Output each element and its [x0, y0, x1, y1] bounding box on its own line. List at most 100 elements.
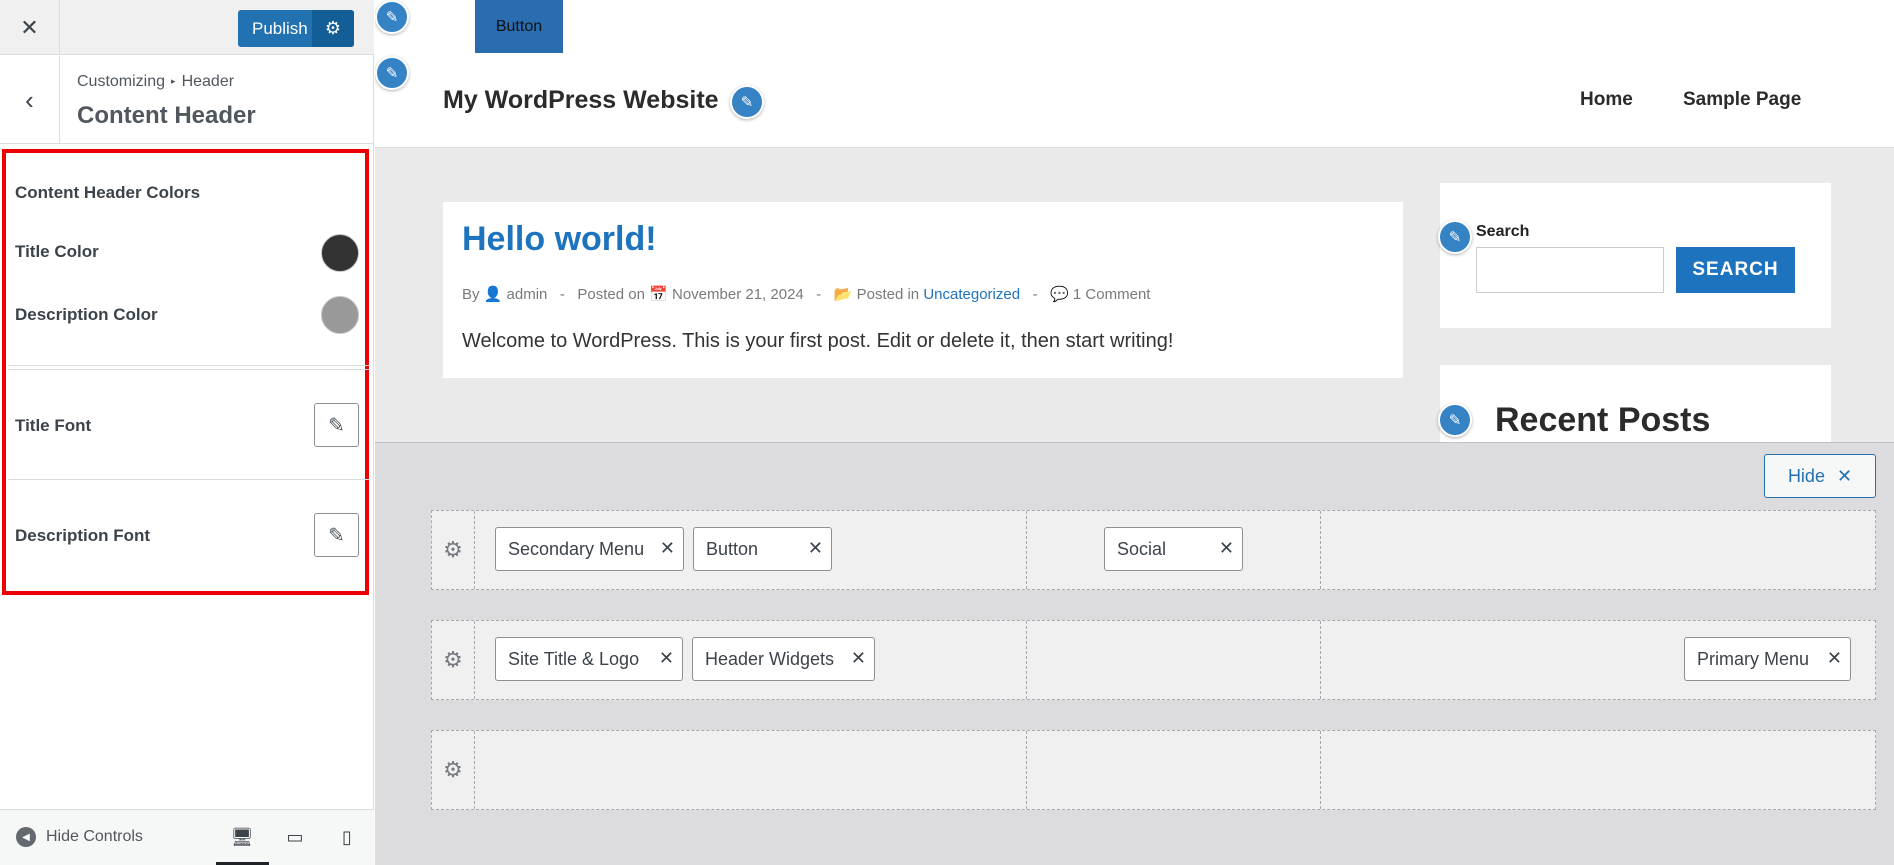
remove-icon[interactable]: ✕	[851, 648, 866, 669]
breadcrumb-separator: ▸	[171, 76, 176, 86]
meta-date[interactable]: November 21, 2024	[672, 286, 804, 303]
builder-row-bottom: ⚙	[431, 730, 1876, 810]
publish-label: Publish	[252, 18, 308, 38]
publish-settings-gear-icon[interactable]: ⚙	[312, 10, 354, 47]
post-card: Hello world! By 👤 admin - Posted on 📅 No…	[443, 202, 1403, 378]
post-meta: By 👤 admin - Posted on 📅 November 21, 20…	[462, 286, 1151, 303]
builder-column-right[interactable]: Primary Menu ✕	[1321, 621, 1875, 699]
search-button[interactable]: SEARCH	[1676, 247, 1795, 293]
builder-item-chip[interactable]: Button ✕	[693, 527, 832, 571]
folder-icon: 📂	[833, 286, 853, 303]
meta-comments[interactable]: 1 Comment	[1073, 286, 1151, 303]
hide-controls-button[interactable]: ◀ Hide Controls	[16, 827, 143, 847]
search-input[interactable]	[1476, 247, 1664, 293]
builder-row-main: ⚙ Site Title & Logo ✕ Header Widgets ✕ Pri…	[431, 620, 1876, 700]
colors-section-title: Content Header Colors	[15, 183, 201, 202]
remove-icon[interactable]: ✕	[1219, 538, 1234, 559]
builder-column-right[interactable]	[1321, 731, 1875, 809]
search-label: Search	[1476, 223, 1530, 240]
builder-item-chip[interactable]: Site Title & Logo ✕	[495, 637, 683, 681]
description-color-label: Description Color	[15, 305, 158, 324]
builder-column-center[interactable]	[1027, 621, 1321, 699]
divider	[8, 369, 370, 370]
builder-item-chip[interactable]: Header Widgets ✕	[692, 637, 875, 681]
description-color-swatch[interactable]	[321, 296, 359, 334]
edit-shortcut-icon[interactable]: ✎	[375, 56, 409, 90]
customizer-sidebar: ✕ Publish ⚙ ‹ Customizing ▸ Header Content…	[0, 0, 374, 865]
back-chevron-icon[interactable]: ‹	[0, 56, 60, 144]
title-color-label: Title Color	[15, 242, 99, 261]
remove-icon[interactable]: ✕	[808, 538, 823, 559]
user-icon: 👤	[483, 286, 503, 303]
title-color-swatch[interactable]	[321, 234, 359, 272]
collapse-arrow-icon: ◀	[16, 827, 36, 847]
builder-column-center[interactable]: Social ✕	[1027, 511, 1321, 589]
chip-label: Header Widgets	[705, 648, 835, 669]
pencil-icon: ✎	[328, 414, 345, 437]
post-excerpt: Welcome to WordPress. This is your first…	[462, 330, 1174, 352]
sidebar-top-bar: ✕ Publish ⚙	[0, 0, 374, 55]
builder-column-left[interactable]	[475, 731, 1027, 809]
edit-shortcut-icon[interactable]: ✎	[1438, 220, 1472, 254]
meta-author[interactable]: admin	[507, 286, 548, 303]
row-settings-gear-icon[interactable]: ⚙	[432, 511, 475, 589]
calendar-icon: 📅	[649, 286, 668, 303]
meta-posted-on: Posted on	[577, 286, 645, 303]
builder-item-chip[interactable]: Social ✕	[1104, 527, 1243, 571]
hide-builder-label: Hide	[1787, 465, 1825, 486]
hide-builder-button[interactable]: Hide ✕	[1764, 454, 1876, 498]
chip-label: Secondary Menu	[508, 538, 645, 559]
title-font-label: Title Font	[15, 416, 92, 435]
builder-item-chip[interactable]: Primary Menu ✕	[1684, 637, 1851, 681]
chip-label: Social	[1117, 538, 1167, 559]
chip-label: Site Title & Logo	[508, 648, 640, 669]
nav-sample-page[interactable]: Sample Page	[1683, 89, 1801, 111]
breadcrumb-current: Header	[181, 73, 235, 90]
pencil-icon: ✎	[328, 524, 345, 547]
remove-icon[interactable]: ✕	[659, 648, 674, 669]
description-font-label: Description Font	[15, 526, 151, 545]
breadcrumb: Customizing ▸ Header	[77, 73, 234, 91]
hide-controls-label: Hide Controls	[46, 828, 143, 845]
site-header: Button My WordPress Website Home Sample …	[375, 0, 1894, 148]
remove-icon[interactable]: ✕	[660, 538, 675, 559]
post-title[interactable]: Hello world!	[462, 220, 657, 259]
sidebar-footer: ◀ Hide Controls 🖥 ▭ ▯	[0, 809, 374, 865]
builder-column-left[interactable]: Site Title & Logo ✕ Header Widgets ✕	[475, 621, 1027, 699]
divider	[8, 479, 370, 480]
header-builder: Hide ✕ ⚙ Secondary Menu ✕ Button ✕ Social ✕…	[375, 442, 1894, 865]
site-preview: Button My WordPress Website Home Sample …	[375, 0, 1894, 442]
builder-column-right[interactable]	[1321, 511, 1875, 589]
recent-posts-widget: Recent Posts	[1440, 365, 1831, 442]
description-font-edit-button[interactable]: ✎	[314, 513, 359, 557]
site-title[interactable]: My WordPress Website	[443, 86, 719, 115]
meta-posted-in: Posted in	[856, 286, 920, 303]
comment-icon: 💬	[1050, 286, 1069, 303]
close-icon: ✕	[1836, 465, 1853, 486]
builder-column-center[interactable]	[1027, 731, 1321, 809]
section-header: ‹ Customizing ▸ Header Content Header	[0, 56, 374, 144]
meta-category[interactable]: Uncategorized	[923, 286, 1020, 303]
remove-icon[interactable]: ✕	[1827, 648, 1842, 669]
header-button[interactable]: Button	[475, 0, 563, 53]
builder-column-left[interactable]: Secondary Menu ✕ Button ✕	[475, 511, 1027, 589]
recent-posts-title: Recent Posts	[1495, 401, 1711, 439]
panel-title: Content Header	[77, 102, 256, 129]
edit-shortcut-icon[interactable]: ✎	[375, 0, 409, 34]
title-font-edit-button[interactable]: ✎	[314, 403, 359, 447]
meta-by: By	[462, 286, 480, 303]
row-settings-gear-icon[interactable]: ⚙	[432, 731, 475, 809]
desktop-preview-icon[interactable]: 🖥	[229, 824, 255, 850]
close-icon[interactable]: ✕	[0, 0, 60, 55]
row-settings-gear-icon[interactable]: ⚙	[432, 621, 475, 699]
edit-shortcut-icon[interactable]: ✎	[730, 85, 764, 119]
edit-shortcut-icon[interactable]: ✎	[1438, 403, 1472, 437]
mobile-preview-icon[interactable]: ▯	[334, 824, 360, 850]
builder-item-chip[interactable]: Secondary Menu ✕	[495, 527, 684, 571]
tablet-preview-icon[interactable]: ▭	[282, 824, 308, 850]
nav-home[interactable]: Home	[1580, 89, 1633, 111]
divider	[8, 365, 370, 366]
breadcrumb-root: Customizing	[77, 73, 166, 90]
chip-label: Button	[706, 538, 759, 559]
builder-row-top: ⚙ Secondary Menu ✕ Button ✕ Social ✕	[431, 510, 1876, 590]
